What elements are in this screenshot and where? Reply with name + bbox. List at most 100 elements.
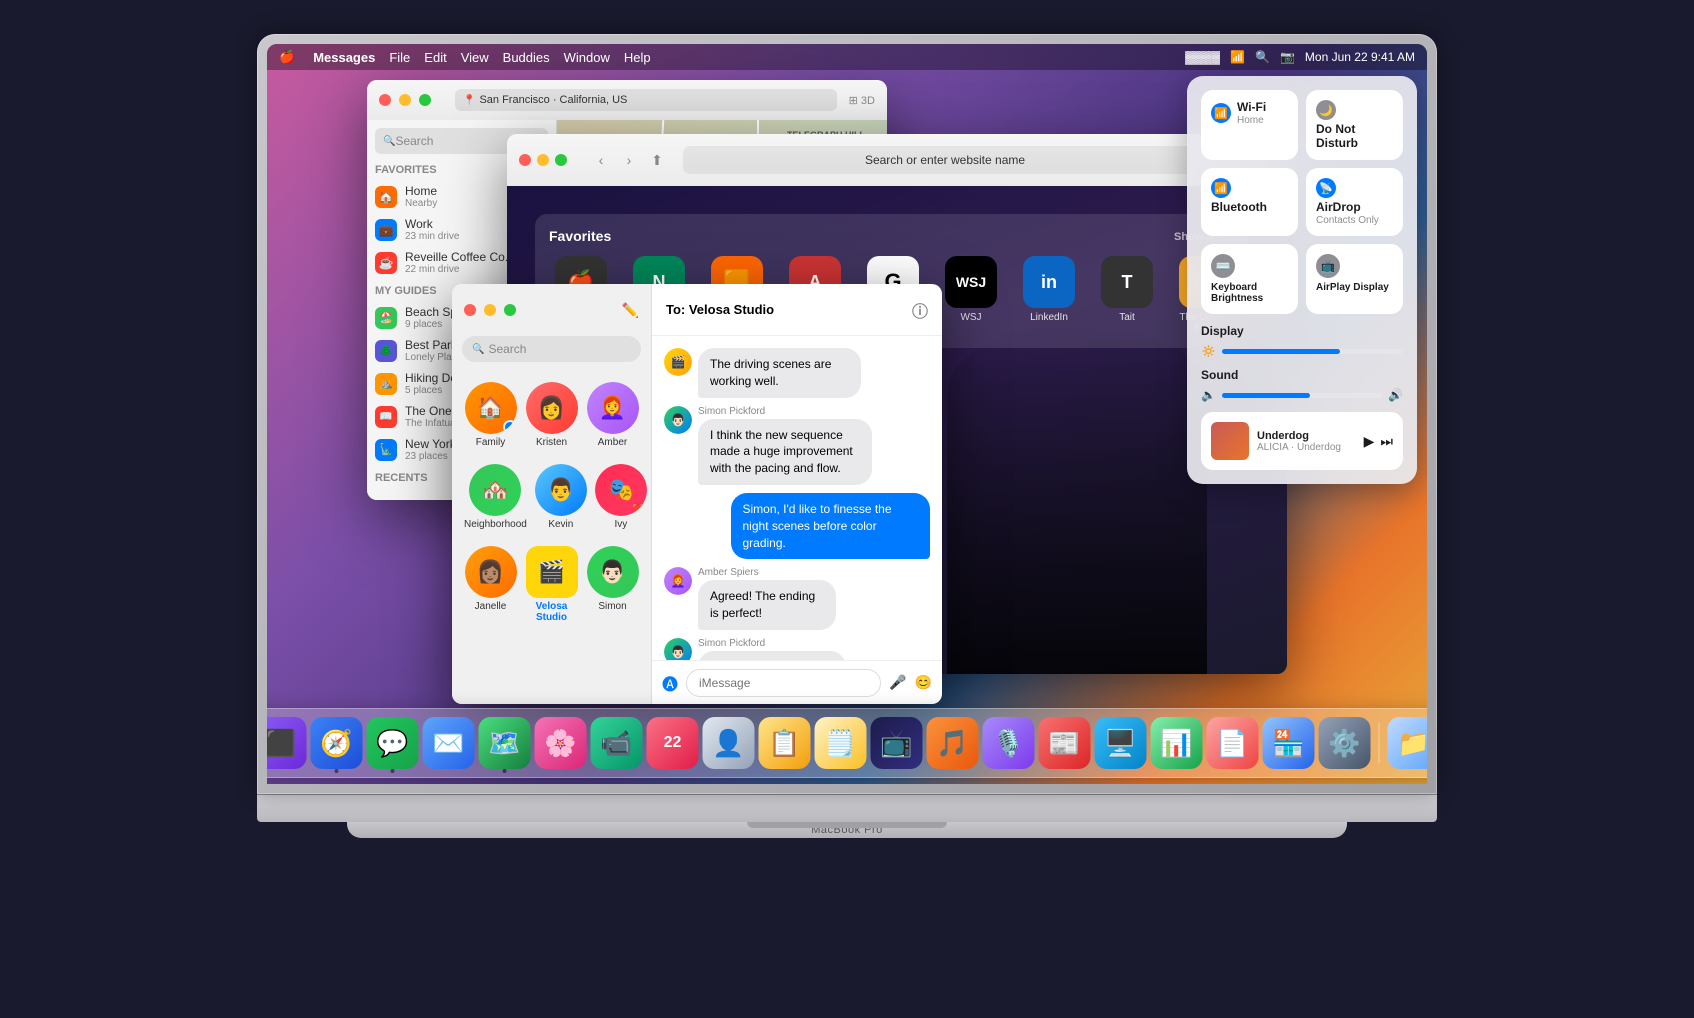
contact-velosa[interactable]: 🎬 Velosa Studio [525,546,578,623]
menu-buddies[interactable]: Buddies [503,50,550,65]
cc-display-slider[interactable] [1222,349,1403,354]
news-dock-icon: 📰 [1048,728,1080,759]
dock-music[interactable]: 🎵 [927,717,979,769]
dock-tv[interactable]: 📺 [871,717,923,769]
dock-sysprefs[interactable]: ⚙️ [1319,717,1371,769]
dock-news[interactable]: 📰 [1039,717,1091,769]
screen: 🍎 Messages File Edit View Buddies Window… [267,44,1427,784]
dock-screens[interactable]: 🖥️ [1095,717,1147,769]
maximize-button[interactable] [419,94,431,106]
safari-url-bar[interactable]: Search or enter website name [683,146,1207,174]
camera-menu-icon[interactable]: 📷 [1280,50,1295,64]
dock-podcasts[interactable]: 🎙️ [983,717,1035,769]
dock-contacts[interactable]: 👤 [703,717,755,769]
cc-keyboard-tile[interactable]: ⌨️ Keyboard Brightness [1201,244,1298,314]
contact-janelle[interactable]: 👩🏽 Janelle [464,546,517,623]
menu-bar: 🍎 Messages File Edit View Buddies Window… [267,44,1427,70]
contact-janelle-name: Janelle [475,601,507,612]
dock-photos[interactable]: 🌸 [535,717,587,769]
cc-keyboard-title: Keyboard Brightness [1211,282,1288,304]
dock-messages[interactable]: 💬 [367,717,419,769]
play-button[interactable]: ▶ [1364,433,1375,450]
cc-airdrop-title: AirDrop [1316,200,1393,214]
safari-share[interactable]: ⬆ [645,148,669,172]
menu-file[interactable]: File [389,50,410,65]
menu-help[interactable]: Help [624,50,651,65]
contact-kevin[interactable]: 👨 Kevin [535,464,587,530]
contacts-dock-icon: 👤 [712,728,744,759]
kevin-avatar: 👨 [535,464,587,516]
dock-safari[interactable]: 🧭 [311,717,363,769]
safari-close[interactable] [519,154,531,166]
dock-facetime[interactable]: 📹 [591,717,643,769]
cc-airdrop-tile[interactable]: 📡 AirDrop Contacts Only [1306,168,1403,236]
wifi-icon[interactable]: 📶 [1230,50,1245,64]
messages-minimize[interactable] [484,304,496,316]
contact-family[interactable]: 🏠 Family [464,382,517,448]
cc-bluetooth-tile[interactable]: 📶 Bluetooth [1201,168,1298,236]
maps-address-bar[interactable]: 📍 San Francisco · California, US [455,89,837,111]
info-button[interactable]: ⓘ [912,298,928,322]
guide-ny-icon: 🗽 [375,439,397,461]
messages-titlebar: ✏️ [452,284,651,336]
messages-window[interactable]: ✏️ 🔍 Search 🏠 [452,284,942,704]
minimize-button[interactable] [399,94,411,106]
contact-neighborhood[interactable]: 🏘️ Neighborhood [464,464,527,530]
cc-sound-slider-row: 🔈 🔊 [1201,388,1403,402]
contact-family-name: Family [476,437,505,448]
safari-back[interactable]: ‹ [589,148,613,172]
dock-launchpad[interactable]: ⬛ [267,717,307,769]
numbers-dock-icon: 📊 [1160,728,1192,759]
msg2-avatar: 👨🏻 [664,406,692,434]
notes-dock-icon: 🗒️ [824,728,856,759]
contact-ivy[interactable]: 🎭 ❤️ Ivy [595,464,647,530]
dock-pages[interactable]: 📄 [1207,717,1259,769]
audio-icon[interactable]: 🎤 [889,674,906,691]
dock-numbers[interactable]: 📊 [1151,717,1203,769]
messages-close[interactable] [464,304,476,316]
fav-tait[interactable]: T Tait [1095,256,1159,334]
messages-search-bar[interactable]: 🔍 Search [462,336,641,362]
contact-kristen[interactable]: 👩 Kristen [525,382,578,448]
keyboard-cc-icon: ⌨️ [1211,254,1235,278]
apple-menu[interactable]: 🍎 [279,49,295,65]
cc-wifi-header: 📶 Wi-Fi Home [1211,100,1288,126]
messages-maximize[interactable] [504,304,516,316]
menu-app-name[interactable]: Messages [313,50,375,65]
dock-stack[interactable]: 📁 [1388,717,1428,769]
cc-airplay-tile[interactable]: 📺 AirPlay Display [1306,244,1403,314]
contact-simon[interactable]: 👨🏻 Simon [586,546,639,623]
dock-notes[interactable]: 🗒️ [815,717,867,769]
bubble-4: Agreed! The ending is perfect! [698,580,836,630]
brightness-icon: 🔅 [1201,344,1216,358]
cc-wifi-tile[interactable]: 📶 Wi-Fi Home [1201,90,1298,160]
safari-maximize[interactable] [555,154,567,166]
dock-mail[interactable]: ✉️ [423,717,475,769]
dock-maps[interactable]: 🗺️ [479,717,531,769]
menu-edit[interactable]: Edit [424,50,446,65]
fav-tait-icon: T [1101,256,1153,308]
msg5-avatar: 👨🏻 [664,638,692,660]
messages-chat: To: Velosa Studio ⓘ 🎬 The driving scenes… [652,284,942,704]
dock-reminders[interactable]: 📋 [759,717,811,769]
safari-forward[interactable]: › [617,148,641,172]
close-button[interactable] [379,94,391,106]
calendar-date-icon: 22 [664,734,682,752]
contact-amber[interactable]: 👩‍🦰 Amber [586,382,639,448]
fav-wsj[interactable]: WSJ WSJ [939,256,1003,334]
safari-minimize[interactable] [537,154,549,166]
dock-appstore[interactable]: 🏪 [1263,717,1315,769]
guide-hiking-icon: ⛰️ [375,373,397,395]
menu-view[interactable]: View [461,50,489,65]
imessage-input[interactable] [686,669,881,697]
menu-window[interactable]: Window [564,50,610,65]
fav-linkedin[interactable]: in LinkedIn [1017,256,1081,334]
apps-button[interactable]: 🅐 [662,671,678,695]
cc-dnd-tile[interactable]: 🌙 Do Not Disturb [1306,90,1403,160]
search-menu-icon[interactable]: 🔍 [1255,50,1270,64]
skip-button[interactable]: ⏭ [1380,433,1393,450]
compose-button[interactable]: ✏️ [622,302,639,319]
dock-calendar[interactable]: 22 [647,717,699,769]
cc-sound-slider[interactable] [1222,393,1382,398]
emoji-icon[interactable]: 😊 [915,674,932,691]
